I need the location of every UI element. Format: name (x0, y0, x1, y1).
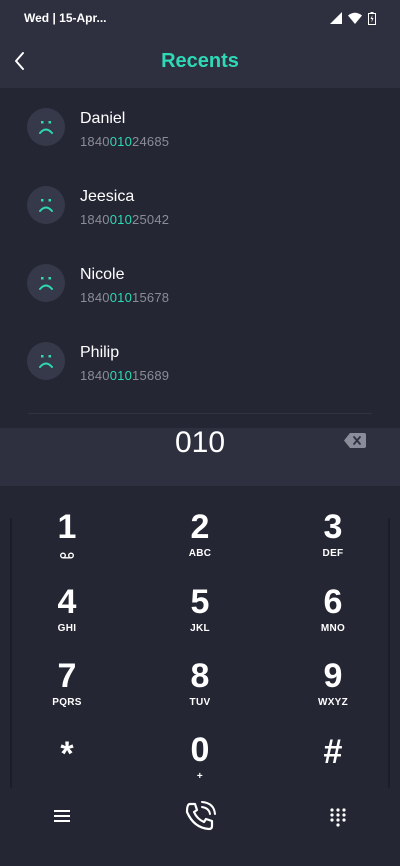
key-8[interactable]: 8 TUV (140, 657, 260, 729)
key-4[interactable]: 4 GHI (7, 583, 127, 655)
dialpad-button[interactable] (329, 807, 347, 827)
battery-icon (368, 11, 376, 25)
status-icons (330, 11, 376, 25)
sad-face-icon (39, 355, 53, 368)
key-3[interactable]: 3 DEF (273, 508, 393, 580)
avatar (27, 108, 65, 146)
app-header: Recents (0, 36, 400, 88)
key-2[interactable]: 2 ABC (140, 508, 260, 580)
key-star[interactable]: * (7, 731, 127, 803)
key-0[interactable]: 0 + (140, 731, 260, 803)
contact-number: 184001025042 (80, 212, 170, 227)
recent-item-philip[interactable]: Philip 184001015689 (0, 322, 400, 400)
number-display: 010 (0, 428, 400, 486)
key-6[interactable]: 6 MNO (273, 583, 393, 655)
avatar (27, 186, 65, 224)
contact-number: 184001015678 (80, 290, 170, 305)
menu-button[interactable] (52, 808, 72, 824)
key-9[interactable]: 9 WXYZ (273, 657, 393, 729)
wifi-icon (348, 12, 362, 24)
recent-item-jeesica[interactable]: Jeesica 184001025042 (0, 166, 400, 244)
backspace-button[interactable] (344, 433, 366, 448)
contact-number: 184001024685 (80, 134, 170, 149)
voicemail-icon (60, 552, 74, 559)
recent-item-nicole[interactable]: Nicole 184001015678 (0, 244, 400, 322)
recents-list: Daniel 184001024685 Jeesica 184001025042… (0, 88, 400, 428)
dialpad-icon (330, 808, 346, 827)
key-5[interactable]: 5 JKL (140, 583, 260, 655)
key-1[interactable]: 1 (7, 508, 127, 580)
recent-item-daniel[interactable]: Daniel 184001024685 (0, 88, 400, 166)
avatar (27, 342, 65, 380)
menu-icon (54, 810, 70, 822)
contact-number: 184001015689 (80, 368, 170, 383)
sad-face-icon (39, 277, 53, 290)
dialed-number: 010 (174, 426, 226, 459)
key-7[interactable]: 7 PQRS (7, 657, 127, 729)
contact-name: Nicole (80, 266, 125, 283)
divider (28, 413, 372, 414)
sad-face-icon (39, 199, 53, 212)
contact-name: Philip (80, 344, 120, 361)
avatar (27, 264, 65, 302)
status-bar: Wed | 15-Apr... (0, 0, 400, 36)
sad-face-icon (39, 121, 53, 134)
contact-name: Jeesica (80, 188, 135, 205)
key-hash[interactable]: # (273, 731, 393, 803)
status-time: Wed | 15-Apr... (24, 11, 107, 25)
page-title: Recents (161, 50, 239, 72)
call-button[interactable] (182, 798, 218, 834)
backspace-icon (344, 433, 366, 448)
dialpad: 1 2 ABC 3 DEF 4 GHI 5 JKL 6 MNO 7 PQRS 8… (0, 486, 400, 866)
signal-icon (330, 12, 342, 24)
contact-name: Daniel (80, 110, 126, 127)
phone-call-icon (185, 801, 216, 831)
